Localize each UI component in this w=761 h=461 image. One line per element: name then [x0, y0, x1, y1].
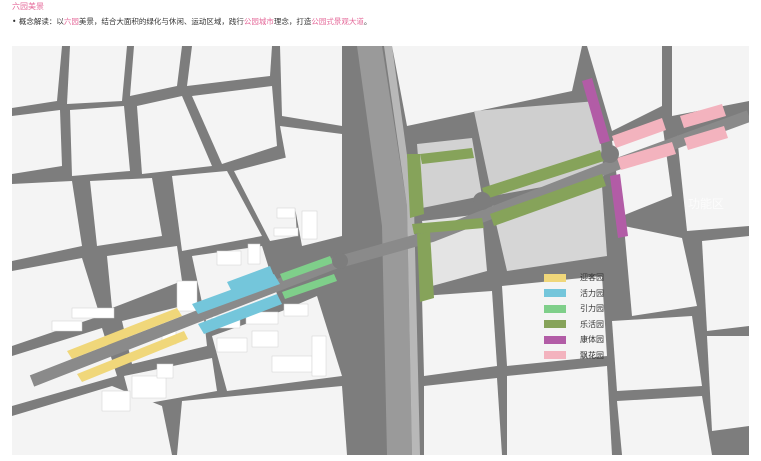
legend-swatch-kangti	[544, 335, 566, 344]
legend-label-huoli: 活力园	[580, 288, 604, 298]
desc-text-1: 概念解读：以	[16, 17, 64, 26]
legend-item-yinli: 引力园	[544, 301, 604, 317]
map-legend: 迎客园 活力园 引力园 乐活园 康体园 飘花园	[544, 270, 604, 363]
legend-swatch-lehuo	[544, 320, 566, 329]
legend-swatch-yinli	[544, 304, 566, 313]
legend-label-kangti: 康体园	[580, 335, 604, 345]
desc-text-3: 理念，打造	[273, 17, 312, 26]
legend-label-yinli: 引力园	[580, 304, 604, 314]
desc-highlight-park-city: 公园城市	[243, 17, 274, 26]
legend-item-piaohua: 飘花园	[544, 348, 604, 364]
legend-swatch-huoli	[544, 289, 566, 298]
legend-item-huoli: 活力园	[544, 286, 604, 302]
area-label: 功能区	[688, 197, 725, 211]
legend-swatch-yingke	[544, 273, 566, 282]
legend-item-kangti: 康体园	[544, 332, 604, 348]
site-plan-map: 功能区	[12, 46, 752, 455]
desc-text-4: 。	[363, 17, 372, 26]
legend-item-lehuo: 乐活园	[544, 317, 604, 333]
page-title: 六园美景	[12, 2, 44, 11]
site-plan-svg	[12, 46, 752, 455]
legend-swatch-piaohua	[544, 351, 566, 360]
desc-highlight-park-avenue: 公园式景观大道	[311, 17, 364, 26]
desc-highlight-six-gardens: 六园	[63, 17, 79, 26]
legend-label-piaohua: 飘花园	[580, 350, 604, 360]
legend-item-yingke: 迎客园	[544, 270, 604, 286]
legend-label-lehuo: 乐活园	[580, 319, 604, 329]
residential-block-west	[417, 138, 482, 208]
desc-text-2: 美景，结合大面积的绿化与休闲、运动区域，践行	[78, 17, 244, 26]
concept-description: • 概念解读：以六园美景，结合大面积的绿化与休闲、运动区域，践行公园城市理念，打…	[12, 16, 371, 27]
legend-label-yingke: 迎客园	[580, 273, 604, 283]
